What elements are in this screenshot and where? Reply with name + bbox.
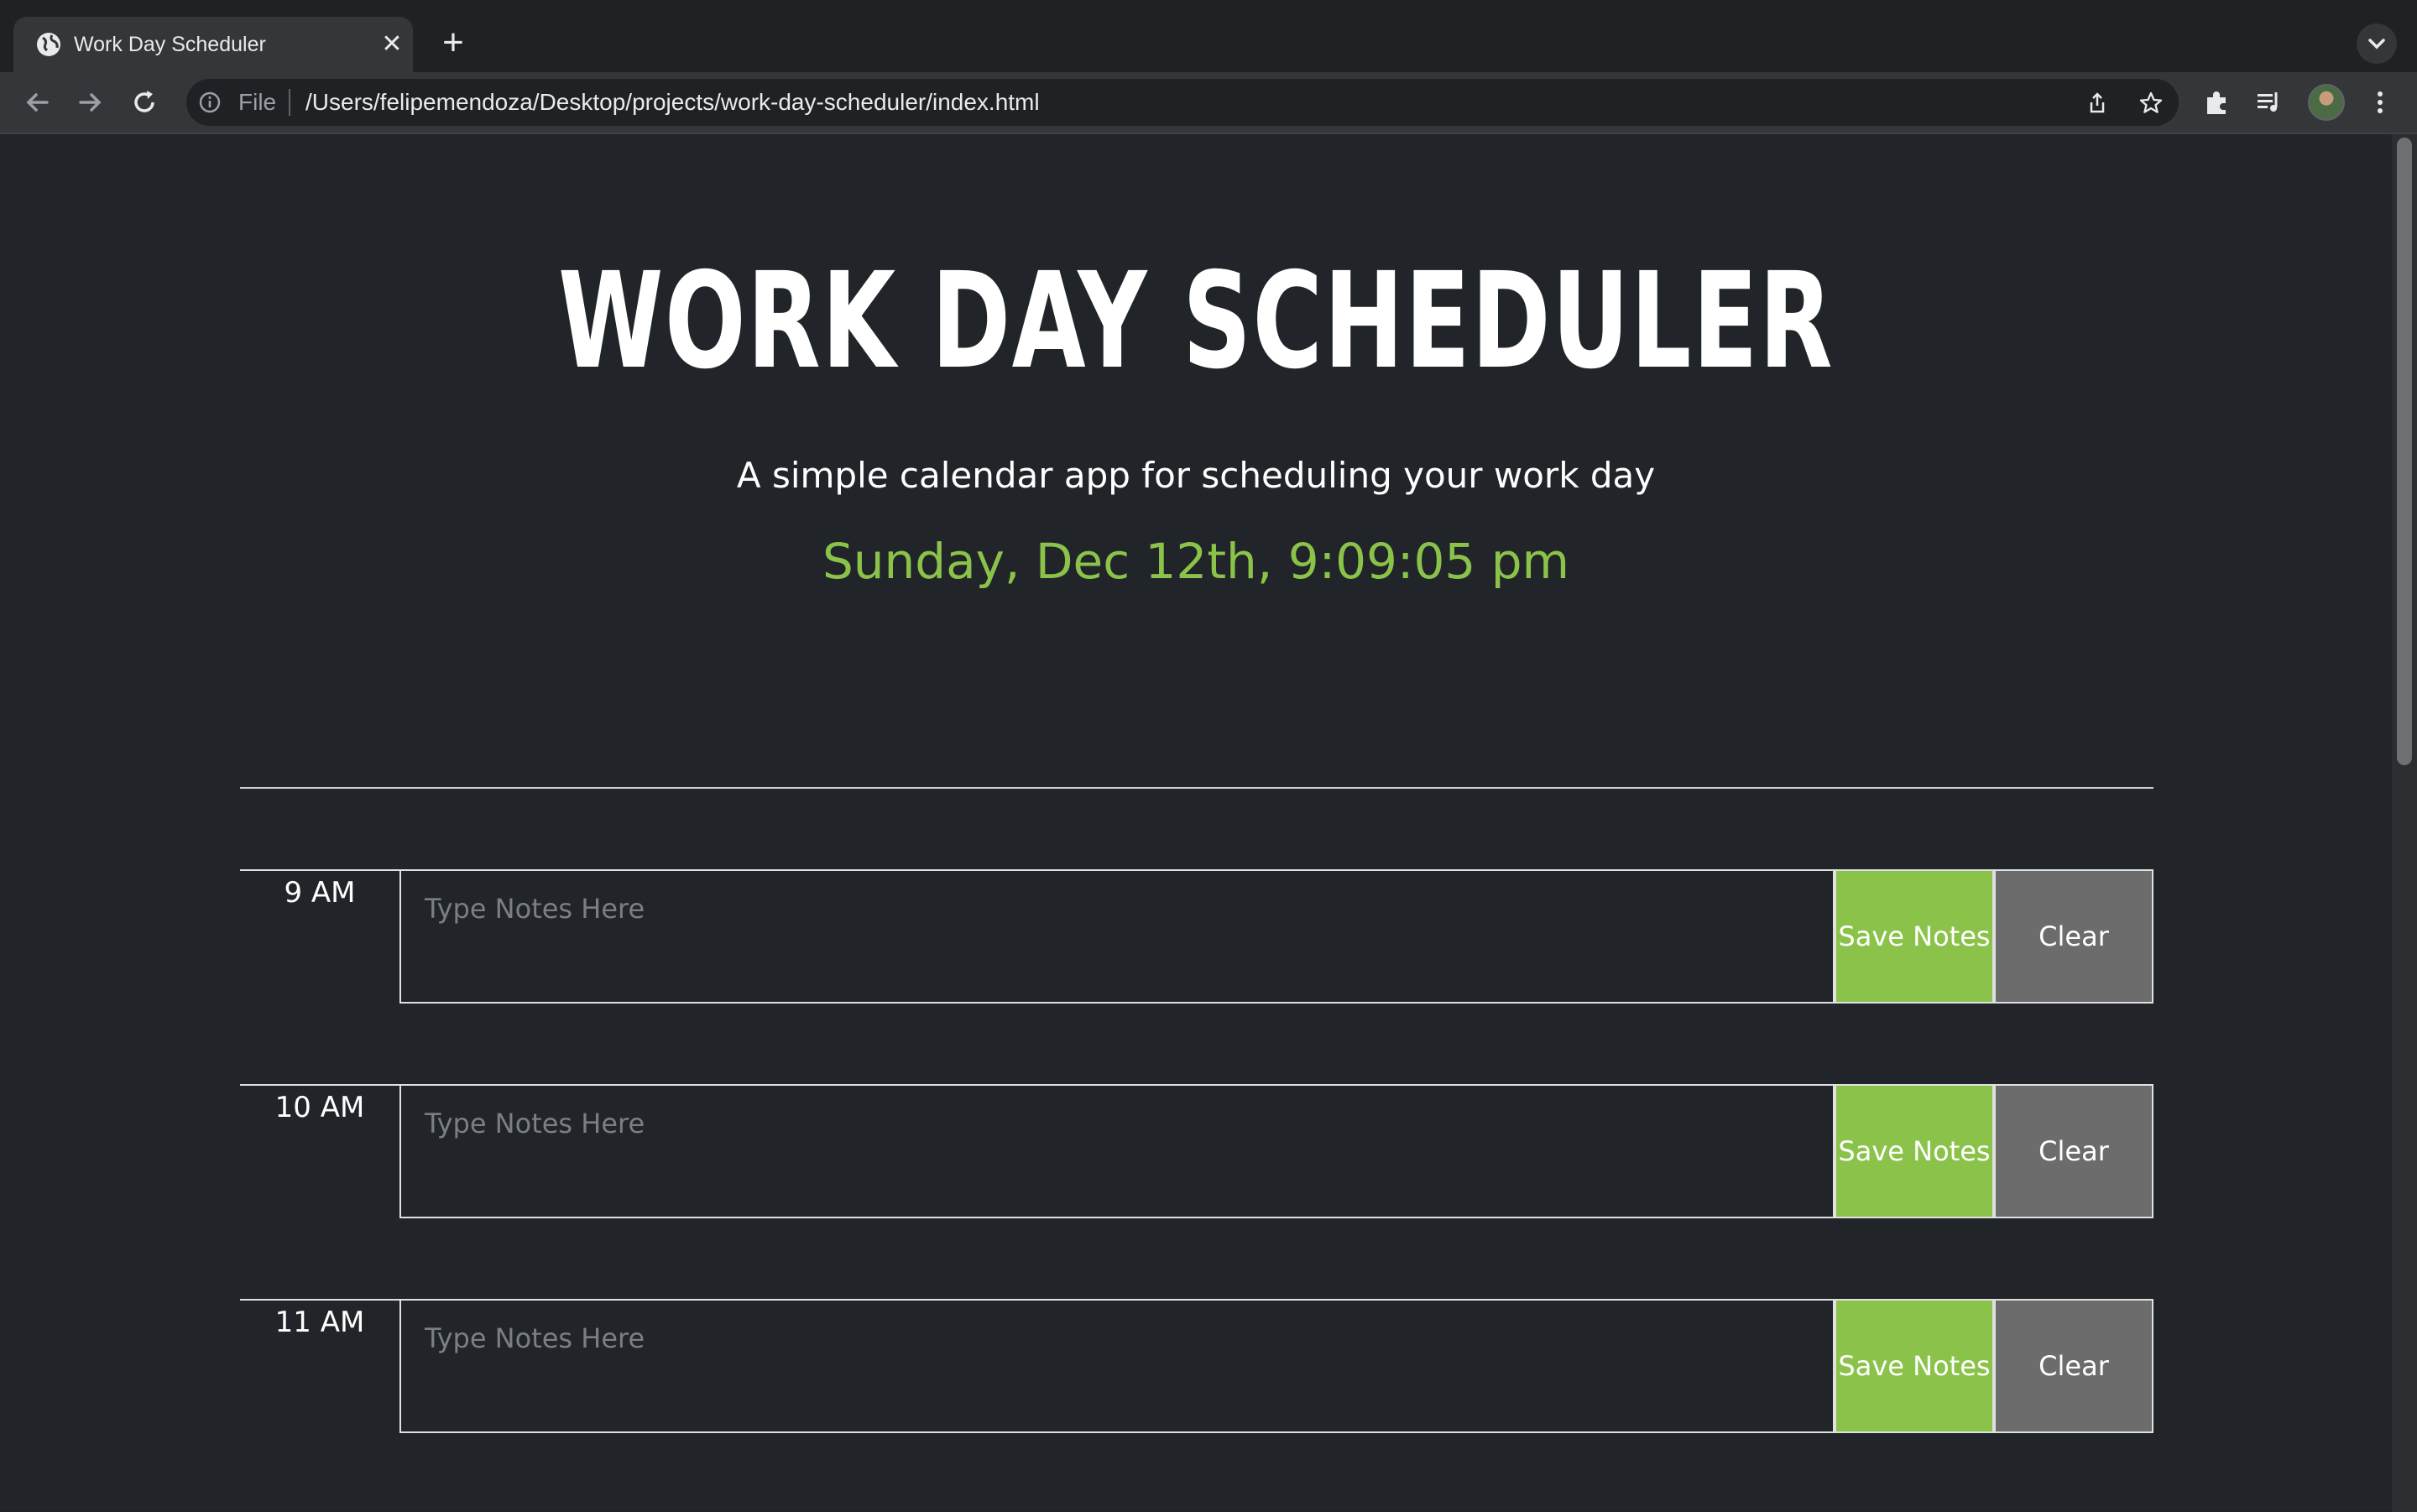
back-arrow-icon[interactable]	[18, 84, 55, 121]
header-divider	[240, 787, 2153, 789]
reload-icon[interactable]	[126, 84, 163, 121]
notes-input[interactable]	[399, 1299, 1835, 1433]
kebab-menu-icon[interactable]	[2365, 87, 2395, 117]
hour-label: 10 AM	[240, 1084, 399, 1218]
star-icon[interactable]	[2138, 91, 2164, 116]
forward-arrow-icon[interactable]	[72, 84, 109, 121]
browser-tabstrip: Work Day Scheduler ✕ +	[0, 0, 2417, 72]
url-separator	[289, 89, 290, 116]
globe-icon	[37, 33, 60, 56]
clear-button[interactable]: Clear	[1994, 869, 2153, 1004]
page-scrollbar[interactable]	[2392, 134, 2417, 1512]
clear-button[interactable]: Clear	[1994, 1299, 2153, 1433]
page-title: WORK DAY SCHEDULER	[558, 244, 1834, 399]
timeblock-row: 9 AM Save Notes Clear	[240, 869, 2153, 1004]
hour-label: 9 AM	[240, 869, 399, 1004]
browser-tab[interactable]: Work Day Scheduler ✕	[13, 17, 413, 72]
puzzle-icon[interactable]	[2202, 87, 2232, 117]
save-notes-button[interactable]: Save Notes	[1835, 1299, 1994, 1433]
close-icon[interactable]: ✕	[376, 29, 408, 60]
page-viewport: WORK DAY SCHEDULER A simple calendar app…	[0, 133, 2417, 1512]
url-text[interactable]: /Users/felipemendoza/Desktop/projects/wo…	[305, 90, 1040, 115]
url-scheme-label: File	[238, 89, 277, 115]
page-subtitle: A simple calendar app for scheduling you…	[736, 455, 1656, 496]
save-notes-button[interactable]: Save Notes	[1835, 869, 1994, 1004]
tab-search-button[interactable]	[2357, 23, 2397, 64]
notes-input[interactable]	[399, 1084, 1835, 1218]
media-queue-icon[interactable]	[2254, 87, 2284, 117]
plus-icon[interactable]: +	[433, 23, 473, 64]
notes-input[interactable]	[399, 869, 1835, 1004]
chevron-down-icon	[2368, 39, 2385, 50]
info-icon[interactable]	[198, 91, 222, 114]
address-bar[interactable]: File /Users/felipemendoza/Desktop/projec…	[186, 79, 2179, 126]
timeblock-row: 11 AM Save Notes Clear	[240, 1299, 2153, 1433]
hour-label: 11 AM	[240, 1299, 399, 1433]
save-notes-button[interactable]: Save Notes	[1835, 1084, 1994, 1218]
share-icon[interactable]	[2085, 91, 2110, 116]
clear-button[interactable]: Clear	[1994, 1084, 2153, 1218]
current-datetime: Sunday, Dec 12th, 9:09:05 pm	[822, 533, 1570, 590]
tab-title: Work Day Scheduler	[74, 33, 266, 56]
scrollbar-thumb[interactable]	[2397, 138, 2412, 765]
profile-avatar[interactable]	[2308, 84, 2345, 121]
timeblock-row: 10 AM Save Notes Clear	[240, 1084, 2153, 1218]
browser-toolbar: File /Users/felipemendoza/Desktop/projec…	[0, 72, 2417, 133]
